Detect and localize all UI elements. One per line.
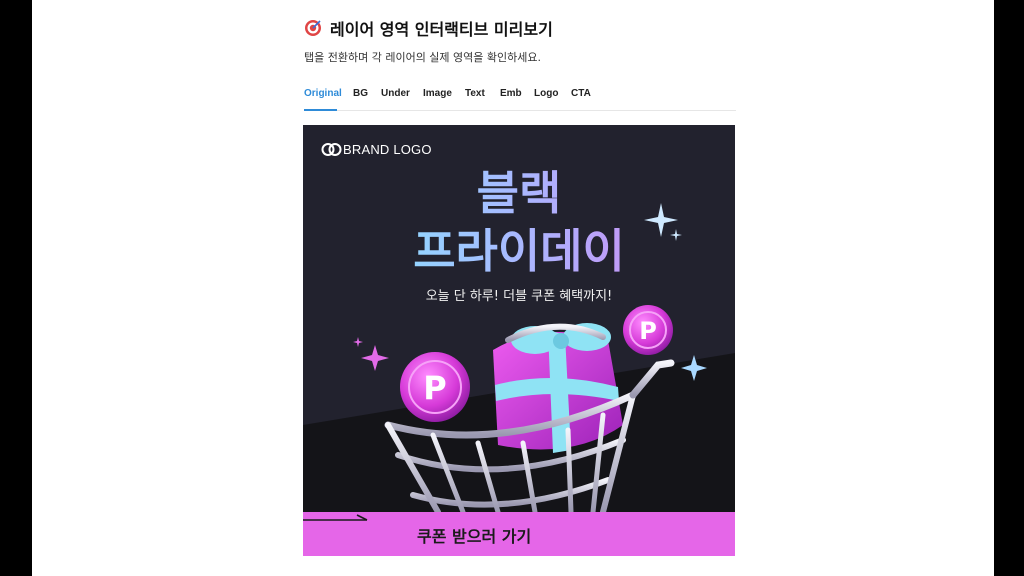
active-tab-indicator	[304, 109, 337, 111]
tab-text[interactable]: Text	[465, 88, 485, 99]
page-title-text: 레이어 영역 인터랙티브 미리보기	[330, 20, 553, 39]
layer-tabs: Original BG Under Image Text Emb Logo CT…	[304, 88, 736, 111]
cta-label: 쿠폰 받으러 가기	[417, 527, 532, 546]
tab-image[interactable]: Image	[423, 88, 452, 99]
tab-emb[interactable]: Emb	[500, 88, 522, 99]
coin-letter: P	[423, 369, 446, 407]
banner-tagline: 오늘 단 하루! 더블 쿠폰 혜택까지!	[425, 289, 613, 304]
headline-line1: 블랙	[303, 165, 735, 221]
tab-logo[interactable]: Logo	[534, 88, 558, 99]
tab-original[interactable]: Original	[304, 88, 342, 99]
arrow-right-icon	[303, 514, 368, 521]
tab-bg[interactable]: BG	[353, 88, 368, 99]
banner-preview: P P BRAND LOGO 블랙 프라이데이 오늘 단 하루! 더블 쿠폰 혜…	[303, 125, 735, 556]
tab-under[interactable]: Under	[381, 88, 410, 99]
page-title: 레이어 영역 인터랙티브 미리보기	[304, 16, 553, 40]
tab-cta[interactable]: CTA	[571, 88, 591, 99]
page-panel: 레이어 영역 인터랙티브 미리보기 탭을 전환하며 각 레이어의 실제 영역을 …	[32, 0, 994, 576]
coin-letter: P	[639, 317, 657, 345]
brand-logo-text: BRAND LOGO	[343, 142, 432, 157]
headline-line2: 프라이데이	[303, 223, 735, 279]
target-icon	[305, 20, 321, 36]
page-subtitle: 탭을 전환하며 각 레이어의 실제 영역을 확인하세요.	[304, 51, 541, 64]
cta-button[interactable]: 쿠폰 받으러 가기	[303, 512, 735, 556]
